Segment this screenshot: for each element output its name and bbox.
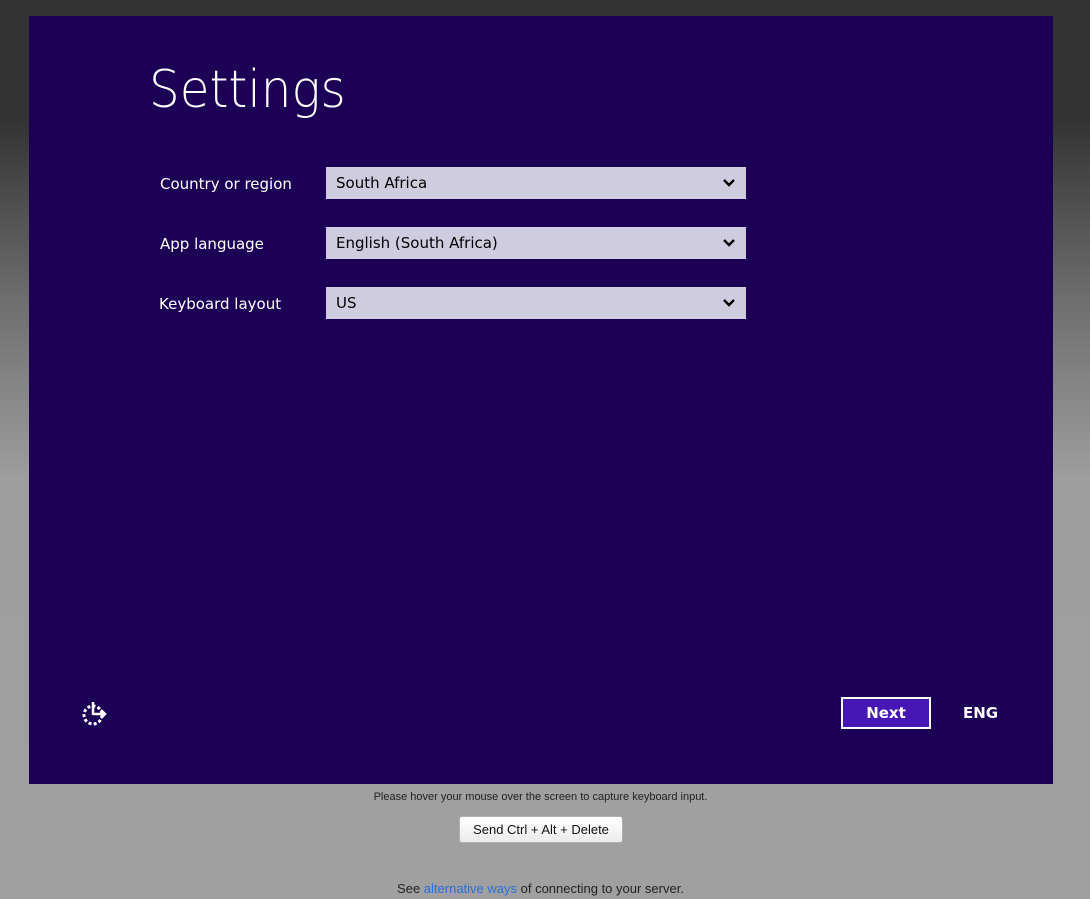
page-title: Settings	[149, 60, 346, 120]
see-suffix: of connecting to your server.	[517, 881, 684, 896]
hover-instruction: Please hover your mouse over the screen …	[373, 791, 708, 803]
alternative-connect-line: See alternative ways of connecting to yo…	[0, 881, 1081, 896]
keyboard-layout-value: US	[336, 294, 357, 312]
country-value: South Africa	[336, 174, 428, 192]
send-ctrl-alt-delete-button[interactable]: Send Ctrl + Alt + Delete	[459, 816, 623, 843]
chevron-down-icon	[723, 299, 735, 307]
chevron-down-icon	[723, 179, 735, 187]
app-language-select[interactable]: English (South Africa)	[326, 227, 746, 259]
app-language-value: English (South Africa)	[336, 234, 498, 252]
ease-of-access-icon[interactable]	[81, 700, 109, 726]
keyboard-layout-label: Keyboard layout	[159, 295, 282, 313]
remote-console-screen[interactable]: Settings Country or region South Africa …	[29, 16, 1053, 784]
chevron-down-icon	[723, 239, 735, 247]
country-select[interactable]: South Africa	[326, 167, 746, 199]
next-button[interactable]: Next	[841, 697, 931, 729]
app-language-label: App language	[160, 235, 264, 253]
input-language-indicator[interactable]: ENG	[963, 704, 998, 722]
alternative-ways-link[interactable]: alternative ways	[424, 881, 517, 896]
see-prefix: See	[397, 881, 424, 896]
country-label: Country or region	[160, 175, 292, 193]
keyboard-layout-select[interactable]: US	[326, 287, 746, 319]
